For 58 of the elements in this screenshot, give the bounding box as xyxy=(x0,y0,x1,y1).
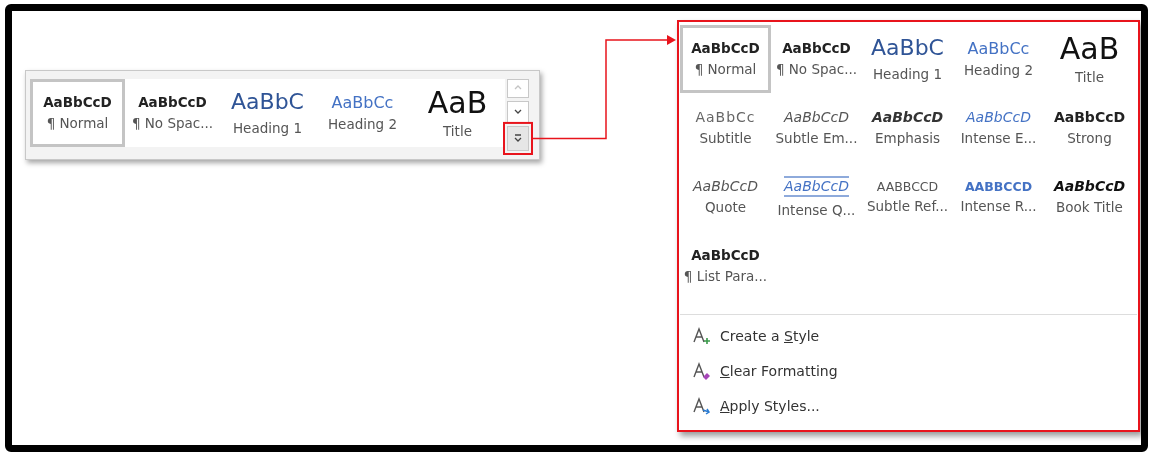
style-preview: AaBbCcD xyxy=(43,95,112,110)
style-preview: AaBbCcD xyxy=(784,109,849,126)
expand-icon xyxy=(513,133,523,144)
style-name: Heading 1 xyxy=(232,120,303,136)
style-name: Intense E... xyxy=(960,131,1037,147)
style-name: Title xyxy=(1075,69,1104,85)
style-preview: AaBbC xyxy=(231,90,304,115)
style-name: Heading 1 xyxy=(872,66,943,82)
style-preview: AaBbCcD xyxy=(691,41,760,56)
style-preview: AaBbCcD xyxy=(691,248,760,263)
style-preview: AABBCCD xyxy=(876,179,939,194)
style-tile[interactable]: AaBbCcD ¶ Normal xyxy=(30,79,125,147)
style-tile[interactable]: AaBbCc Heading 2 xyxy=(315,79,410,147)
style-preview: AaBbCc xyxy=(331,93,394,112)
style-name: ¶ No Spac... xyxy=(131,116,214,131)
menu-item[interactable]: Apply Styles... xyxy=(680,389,1137,424)
style-preview: AaBbCc xyxy=(695,109,756,126)
style-tile[interactable]: AaBbC Heading 1 xyxy=(220,79,315,147)
style-preview: AaBbCcD xyxy=(782,41,851,56)
style-preview: AaBbCcD xyxy=(138,95,207,110)
style-preview: AaBbC xyxy=(871,36,944,61)
style-preview: AaB xyxy=(1059,33,1120,64)
style-name: ¶ Normal xyxy=(694,62,757,77)
style-name: Emphasis xyxy=(875,131,940,147)
menu-item[interactable]: Create a Style xyxy=(680,319,1137,354)
style-name: Quote xyxy=(704,200,746,216)
menu-item[interactable]: Clear Formatting xyxy=(680,354,1137,389)
style-name: Subtitle xyxy=(699,131,752,147)
style-name: ¶ List Para... xyxy=(683,269,768,284)
style-name: Intense Q... xyxy=(777,203,856,219)
new-style-icon xyxy=(692,326,712,347)
style-preview: AaBbCcD xyxy=(693,178,758,195)
style-preview: AaBbCcD xyxy=(784,175,849,198)
style-preview: AaBbCcD xyxy=(871,109,944,126)
style-tile[interactable]: AaB Title xyxy=(410,79,505,147)
style-preview: AaBbCcD xyxy=(1053,109,1126,126)
style-preview: AaB xyxy=(427,87,488,118)
style-name: Intense R... xyxy=(960,199,1037,215)
highlight-frame xyxy=(503,121,533,155)
clear-format-icon xyxy=(692,361,712,382)
style-name: Book Title xyxy=(1056,200,1123,216)
style-preview: AaBbCcD xyxy=(1053,178,1126,195)
style-name: Subtle Em... xyxy=(775,131,858,147)
apply-styles-icon xyxy=(692,396,712,417)
style-name: Title xyxy=(443,123,472,139)
style-name: Strong xyxy=(1067,131,1112,147)
style-preview: AaBbCc xyxy=(967,39,1030,58)
style-name: ¶ Normal xyxy=(46,116,109,131)
style-name: Subtle Ref... xyxy=(866,199,949,215)
style-name: Heading 2 xyxy=(963,63,1034,79)
style-tile[interactable]: AaBbCcD ¶ No Spac... xyxy=(125,79,220,147)
more-button[interactable] xyxy=(507,125,529,151)
style-name: Heading 2 xyxy=(327,117,398,133)
style-tile[interactable]: AaBbCcD ¶ Normal xyxy=(680,25,771,93)
scroll-down-button[interactable] xyxy=(507,100,529,123)
style-name: ¶ No Spac... xyxy=(775,62,858,77)
style-preview: AaBbCcD xyxy=(966,109,1031,126)
style-preview: AABBCCD xyxy=(964,179,1033,194)
